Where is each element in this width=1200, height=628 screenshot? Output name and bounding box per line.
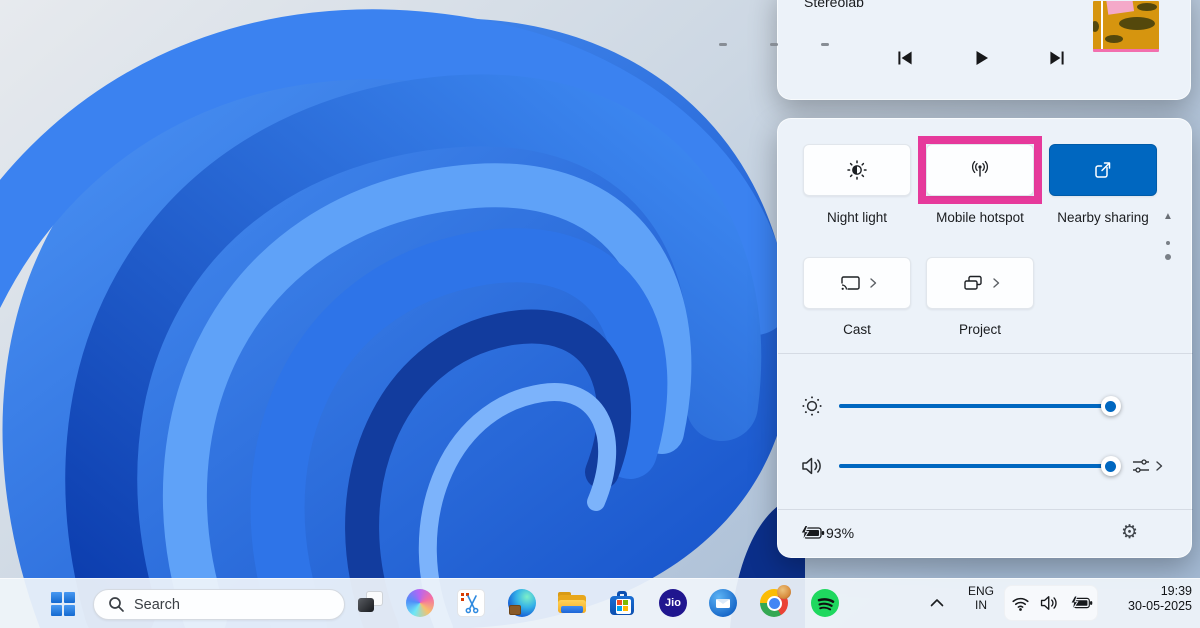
brightness-slider-thumb[interactable] bbox=[1101, 396, 1121, 416]
brightness-slider-fill bbox=[839, 404, 1111, 408]
album-art-blob bbox=[1137, 3, 1157, 11]
show-hidden-icons-button[interactable] bbox=[917, 583, 957, 623]
language-line1: ENG bbox=[962, 584, 1000, 598]
scroll-up-icon[interactable]: ▲ bbox=[1156, 211, 1180, 222]
chrome-icon bbox=[760, 589, 788, 617]
media-track-title: Stereolab bbox=[804, 0, 864, 10]
brightness-icon bbox=[800, 394, 824, 418]
volume-icon bbox=[800, 455, 826, 477]
running-indicator-chrome bbox=[770, 43, 778, 46]
play-button[interactable] bbox=[970, 47, 992, 69]
night-light-label: Night light bbox=[792, 210, 922, 225]
mobile-hotspot-label: Mobile hotspot bbox=[915, 210, 1045, 225]
task-view-icon bbox=[356, 589, 384, 617]
spotify-icon bbox=[811, 589, 839, 617]
next-track-button[interactable] bbox=[1046, 47, 1068, 69]
volume-slider[interactable] bbox=[839, 464, 1119, 468]
tray-battery-charging-icon bbox=[1069, 595, 1093, 611]
album-art-thumbnail bbox=[1093, 1, 1159, 52]
next-track-icon bbox=[1047, 48, 1067, 68]
album-art-blob bbox=[1093, 21, 1099, 32]
tray-volume-icon bbox=[1039, 593, 1061, 613]
search-box[interactable]: Search bbox=[93, 589, 345, 620]
copilot-button[interactable] bbox=[400, 583, 440, 623]
project-tile[interactable] bbox=[926, 257, 1034, 309]
nearby-sharing-tile[interactable] bbox=[1049, 144, 1157, 196]
thunderbird-icon bbox=[709, 589, 737, 617]
footer-divider bbox=[778, 509, 1193, 510]
night-light-tile[interactable] bbox=[803, 144, 911, 196]
microsoft-store-icon bbox=[608, 589, 636, 617]
desktop: Stereolab bbox=[0, 0, 1200, 628]
jio-button[interactable]: Jio bbox=[653, 583, 693, 623]
mobile-hotspot-tile[interactable] bbox=[926, 144, 1034, 196]
project-icon bbox=[961, 271, 985, 295]
cast-icon bbox=[838, 271, 862, 295]
language-line2: IN bbox=[962, 598, 1000, 612]
clock[interactable]: 19:39 30-05-2025 bbox=[1128, 584, 1192, 614]
quick-settings-tray-button[interactable] bbox=[1004, 585, 1098, 621]
wifi-icon bbox=[1010, 593, 1031, 613]
task-view-button[interactable] bbox=[350, 583, 390, 623]
clock-time: 19:39 bbox=[1128, 584, 1192, 599]
nearby-sharing-label: Nearby sharing bbox=[1038, 210, 1168, 225]
spotify-button[interactable] bbox=[805, 583, 845, 623]
microsoft-store-button[interactable] bbox=[602, 583, 642, 623]
chrome-profile-avatar bbox=[777, 585, 791, 599]
album-art-pink-shape bbox=[1106, 1, 1134, 15]
clock-date: 30-05-2025 bbox=[1128, 599, 1192, 614]
night-light-icon bbox=[846, 159, 868, 181]
chevron-up-icon bbox=[926, 592, 948, 614]
page-dot bbox=[1166, 241, 1170, 245]
brightness-slider[interactable] bbox=[839, 404, 1119, 408]
snipping-tool-icon bbox=[457, 589, 485, 617]
running-indicator-thunderbird bbox=[719, 43, 727, 46]
start-button[interactable] bbox=[43, 584, 83, 624]
audio-output-mixer-icon[interactable] bbox=[1130, 455, 1152, 477]
nearby-sharing-icon bbox=[1091, 158, 1115, 182]
quick-settings-panel: Night light Mobile hotspot Nearby sharin… bbox=[777, 118, 1192, 558]
chevron-right-icon bbox=[869, 277, 877, 289]
page-dot-current bbox=[1165, 254, 1171, 260]
search-label: Search bbox=[134, 597, 180, 613]
media-player-card[interactable]: Stereolab bbox=[777, 0, 1191, 100]
cast-label: Cast bbox=[792, 322, 922, 337]
volume-slider-fill bbox=[839, 464, 1111, 468]
file-explorer-button[interactable] bbox=[552, 583, 592, 623]
chevron-right-icon bbox=[992, 277, 1000, 289]
thunderbird-button[interactable] bbox=[703, 583, 743, 623]
previous-track-button[interactable] bbox=[894, 47, 916, 69]
project-label: Project bbox=[915, 322, 1045, 337]
battery-percent-label: 93% bbox=[826, 525, 854, 541]
section-divider bbox=[778, 353, 1193, 354]
jio-icon: Jio bbox=[659, 589, 687, 617]
edge-icon bbox=[508, 589, 536, 617]
edge-briefcase-badge bbox=[509, 605, 521, 615]
running-indicator-spotify bbox=[821, 43, 829, 46]
snipping-tool-button[interactable] bbox=[451, 583, 491, 623]
copilot-icon bbox=[406, 589, 434, 617]
cast-tile[interactable] bbox=[803, 257, 911, 309]
settings-gear-icon[interactable]: ⚙ bbox=[1121, 521, 1138, 544]
jio-logo-text: Jio bbox=[665, 597, 681, 609]
previous-track-icon bbox=[895, 48, 915, 68]
edge-button[interactable] bbox=[502, 583, 542, 623]
album-art-blob bbox=[1105, 35, 1123, 43]
album-art-blob bbox=[1119, 17, 1155, 30]
volume-expand-chevron-icon[interactable] bbox=[1155, 460, 1163, 472]
album-art-divider bbox=[1101, 1, 1103, 49]
mobile-hotspot-icon bbox=[968, 159, 992, 181]
windows-logo-icon bbox=[51, 592, 75, 616]
volume-slider-thumb[interactable] bbox=[1101, 456, 1121, 476]
language-indicator[interactable]: ENG IN bbox=[962, 584, 1000, 612]
chrome-button[interactable] bbox=[754, 583, 794, 623]
search-icon bbox=[108, 596, 125, 613]
battery-charging-icon[interactable] bbox=[799, 525, 825, 541]
play-icon bbox=[971, 48, 991, 68]
file-explorer-icon bbox=[557, 591, 587, 616]
